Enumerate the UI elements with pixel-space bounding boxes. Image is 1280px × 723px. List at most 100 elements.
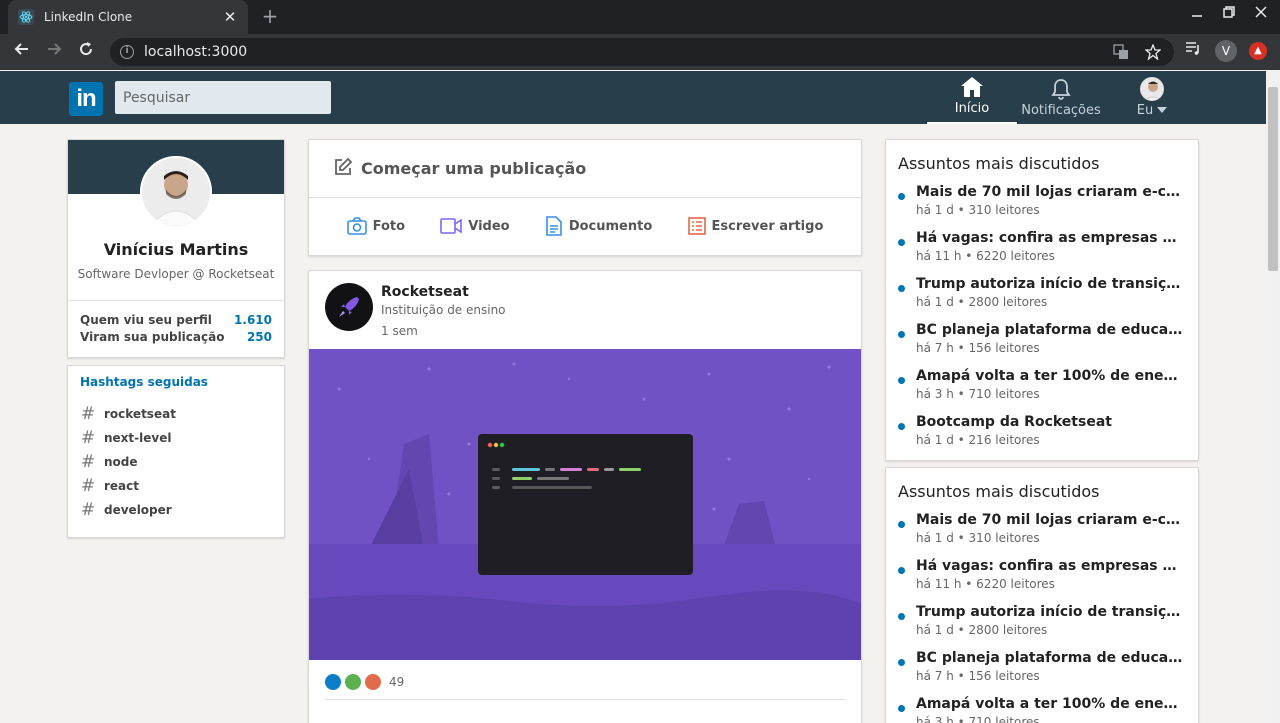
hashtag-icon: # — [80, 500, 96, 520]
bullet-icon — [898, 193, 905, 200]
trending-headline: BC planeja plataforma de educação financ… — [916, 322, 1184, 338]
profile-avatar[interactable] — [140, 156, 212, 228]
site-info-icon[interactable]: i — [120, 45, 134, 59]
nav-home-label: Início — [954, 101, 990, 116]
hashtags-title: Hashtags seguidas — [80, 375, 208, 389]
trending-meta: há 11 h • 6220 leitores — [916, 577, 1055, 591]
hashtag-label: next-level — [104, 431, 172, 445]
post-reactions[interactable]: 49 — [325, 674, 404, 690]
divider — [68, 300, 284, 301]
composer-actions: Foto Video Documento Escrever artigo — [309, 198, 861, 254]
linkedin-logo[interactable]: in — [69, 82, 103, 116]
tab-close-icon[interactable]: ✕ — [222, 8, 238, 26]
video-button[interactable]: Video — [440, 217, 510, 235]
post-card: Rocketseat Instituição de ensino 1 sem 4… — [308, 270, 862, 723]
video-icon — [440, 218, 463, 234]
compose-icon — [333, 157, 353, 181]
profile-card: Vinícius Martins Software Devloper @ Roc… — [67, 139, 285, 358]
trending-meta: há 3 h • 710 leitores — [916, 715, 1040, 723]
bullet-icon — [898, 239, 905, 246]
nav-notifications-label: Notificações — [1021, 103, 1101, 118]
write-article-button[interactable]: Escrever artigo — [687, 217, 824, 235]
hashtag-label: rocketseat — [104, 407, 176, 421]
profile-name[interactable]: Vinícius Martins — [68, 240, 284, 259]
bullet-icon — [898, 377, 905, 384]
nav-notifications[interactable]: Notificações — [1017, 71, 1105, 124]
url-text: localhost:3000 — [144, 44, 248, 60]
hashtag-icon: # — [80, 452, 96, 472]
restore-icon[interactable] — [1219, 6, 1239, 22]
bullet-icon — [898, 285, 905, 292]
bullet-icon — [898, 331, 905, 338]
stat-profile-views[interactable]: Quem viu seu perfil 1.610 — [80, 313, 272, 327]
hashtag-item[interactable]: # rocketseat — [80, 404, 176, 424]
trending-meta: há 1 d • 2800 leitores — [916, 295, 1048, 309]
hashtag-label: node — [104, 455, 138, 469]
document-button[interactable]: Documento — [545, 216, 652, 236]
hashtag-item[interactable]: # developer — [80, 500, 172, 520]
window-close-icon[interactable] — [1251, 6, 1271, 22]
photo-button[interactable]: Foto — [346, 217, 405, 235]
search-input[interactable] — [115, 81, 331, 114]
update-icon[interactable]: ▲ — [1249, 42, 1267, 60]
nav-home[interactable]: Início — [927, 71, 1017, 124]
hashtag-item[interactable]: # next-level — [80, 428, 172, 448]
bullet-icon — [898, 659, 905, 666]
stat-label: Viram sua publicação — [80, 330, 225, 344]
start-post-button[interactable]: Começar uma publicação — [309, 140, 861, 198]
minimize-icon[interactable] — [1187, 6, 1207, 22]
hashtag-icon: # — [80, 476, 96, 496]
camera-icon — [346, 217, 367, 235]
rocket-icon — [339, 297, 359, 317]
celebrate-reaction-icon — [345, 674, 361, 690]
trending-meta: há 3 h • 710 leitores — [916, 387, 1040, 401]
trending-card: Assuntos mais discutidos Mais de 70 mil … — [885, 467, 1199, 723]
nav-me-label: Eu — [1136, 103, 1154, 118]
caret-down-icon — [1157, 103, 1168, 118]
post-timestamp: 1 sem — [381, 324, 418, 338]
hashtag-item[interactable]: # react — [80, 476, 139, 496]
trending-headline: Amapá volta a ter 100% de energia — [916, 368, 1184, 384]
new-tab-button[interactable]: + — [258, 5, 282, 29]
bell-icon — [1049, 77, 1073, 101]
reload-icon[interactable] — [74, 40, 98, 64]
back-icon[interactable] — [10, 40, 34, 64]
home-icon — [960, 75, 984, 99]
bullet-icon — [898, 567, 905, 574]
trending-headline: BC planeja plataforma de educação financ… — [916, 650, 1184, 666]
trending-headline: Há vagas: confira as empresas que estão … — [916, 558, 1184, 574]
hashtag-item[interactable]: # node — [80, 452, 138, 472]
write-article-label: Escrever artigo — [711, 218, 824, 234]
trending-headline: Trump autoriza início de transição de go… — [916, 604, 1184, 620]
stat-post-views[interactable]: Viram sua publicação 250 — [80, 330, 272, 344]
trending-card: Assuntos mais discutidos Mais de 70 mil … — [885, 139, 1199, 461]
document-icon — [546, 216, 562, 236]
trending-title: Assuntos mais discutidos — [898, 154, 1100, 173]
translate-icon[interactable] — [1112, 44, 1130, 64]
page-scrollbar[interactable] — [1266, 71, 1280, 723]
trending-meta: há 1 d • 310 leitores — [916, 203, 1040, 217]
bullet-icon — [898, 613, 905, 620]
stat-value: 250 — [246, 330, 272, 344]
bookmark-star-icon[interactable] — [1144, 43, 1162, 64]
scroll-thumb[interactable] — [1268, 87, 1278, 271]
browser-profile-avatar[interactable]: V — [1215, 40, 1237, 62]
nav-me[interactable]: Eu — [1124, 71, 1180, 124]
forward-icon[interactable] — [42, 40, 66, 64]
hashtag-icon: # — [80, 428, 96, 448]
love-reaction-icon — [365, 674, 381, 690]
post-author-avatar[interactable] — [325, 283, 373, 331]
stat-label: Quem viu seu perfil — [80, 313, 212, 327]
media-queue-icon[interactable] — [1184, 40, 1202, 60]
address-bar[interactable]: i localhost:3000 — [110, 38, 1174, 66]
trending-headline: Mais de 70 mil lojas criaram e-commerce — [916, 184, 1184, 200]
trending-meta: há 1 d • 216 leitores — [916, 433, 1040, 447]
video-label: Video — [468, 218, 510, 234]
trending-headline: Bootcamp da Rocketseat — [916, 414, 1112, 430]
post-image[interactable] — [309, 349, 861, 660]
trending-meta: há 7 h • 156 leitores — [916, 341, 1040, 355]
article-icon — [687, 217, 706, 235]
browser-tab[interactable]: LinkedIn Clone ✕ — [8, 0, 248, 34]
post-author[interactable]: Rocketseat — [381, 284, 469, 300]
browser-tabbar: LinkedIn Clone ✕ + — [0, 0, 1280, 34]
